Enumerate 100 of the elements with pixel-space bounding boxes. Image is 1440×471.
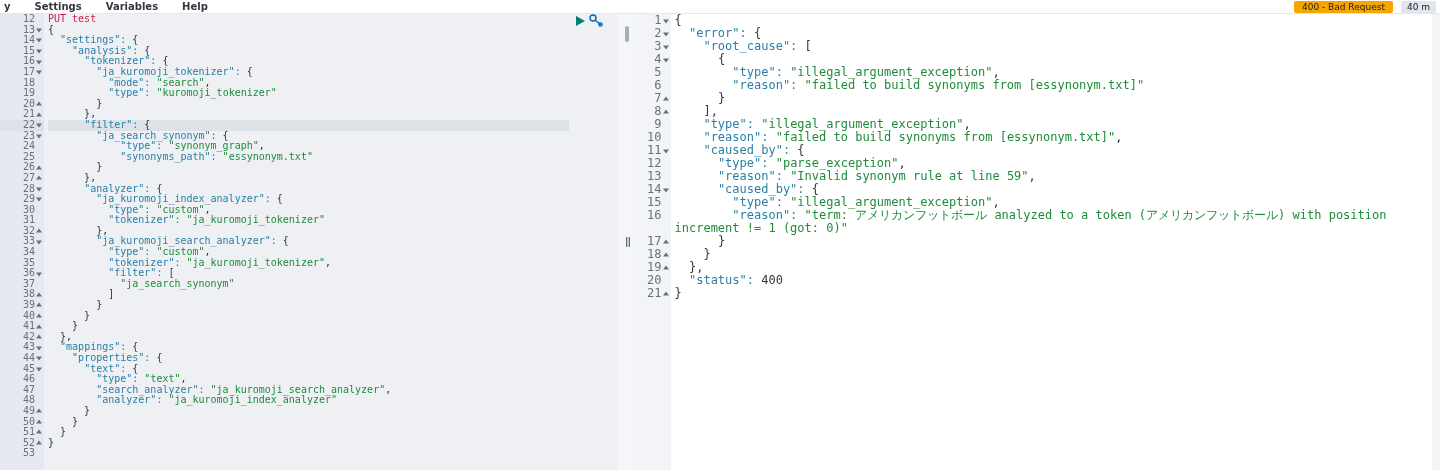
wrench-icon[interactable] xyxy=(589,14,604,27)
code-line: "tokenizer": "ja_kuromoji_tokenizer", xyxy=(107,257,332,269)
code-line: "reason": "failed to build synonyms from [essynonym.txt]" xyxy=(731,79,1146,92)
line-number: 10 xyxy=(647,131,662,144)
line-number: 49 xyxy=(22,405,35,417)
code-line: "ja_search_synonym" xyxy=(119,278,236,290)
code-line: ] xyxy=(107,289,116,301)
line-number: 25 xyxy=(22,151,35,162)
menu-item[interactable]: Variables xyxy=(105,0,159,13)
line-number: 29 xyxy=(22,194,35,205)
code-line: "status": 400 xyxy=(687,274,784,287)
code-line: } xyxy=(95,98,104,110)
line-number: 51 xyxy=(22,427,35,438)
line-number: 45 xyxy=(22,363,35,374)
code-line: } xyxy=(95,162,104,173)
line-number: 18 xyxy=(647,248,662,261)
line-number: 41 xyxy=(22,321,35,332)
line-number: 4 xyxy=(654,53,662,66)
line-number: 16 xyxy=(647,209,662,222)
line-number: 15 xyxy=(647,196,662,209)
scrollbar-thumb[interactable] xyxy=(625,26,630,42)
code-line: "ja_kuromoji_search_analyzer": { xyxy=(95,236,290,248)
line-number: 22 xyxy=(22,119,35,131)
line-number: 35 xyxy=(22,257,35,268)
collapse-icon[interactable] xyxy=(662,147,669,154)
code-line: "type": "synonym_graph", xyxy=(119,141,265,152)
code-line: } xyxy=(59,427,68,438)
line-number: 21 xyxy=(647,287,662,300)
code-line: { xyxy=(717,53,726,66)
line-number: 14 xyxy=(647,183,662,196)
line-number: 9 xyxy=(654,118,662,131)
menu-item[interactable]: y xyxy=(4,0,11,13)
code-line: }, xyxy=(83,109,97,120)
line-number: 19 xyxy=(22,88,35,99)
line-number: 52 xyxy=(22,437,35,448)
line-number: 19 xyxy=(647,261,662,274)
code-line: "mappings": { xyxy=(59,342,139,353)
code-line: "ja_kuromoji_index_analyzer": { xyxy=(96,194,284,205)
play-icon[interactable] xyxy=(576,15,586,26)
collapse-icon[interactable] xyxy=(36,238,42,245)
line-number: 53 xyxy=(22,448,35,459)
line-number: 20 xyxy=(647,274,662,287)
collapse-icon[interactable] xyxy=(36,270,42,277)
code-line: "reason": "term: アメリカンフットボール analyzed to a token (アメリカンフットボール) with position increment != 1 (got: 0)" xyxy=(674,209,1388,235)
line-number: 11 xyxy=(647,144,662,157)
code-line: } xyxy=(48,437,56,449)
expand-icon[interactable] xyxy=(662,290,669,297)
code-line: "settings": { xyxy=(59,35,140,46)
line-number: 44 xyxy=(22,353,35,364)
line-number: 17 xyxy=(22,66,35,78)
line-number: 16 xyxy=(22,56,35,67)
code-line: "analysis": { xyxy=(72,45,151,57)
line-number: 24 xyxy=(22,141,35,152)
code-line: "text": { xyxy=(84,363,139,374)
line-number: 33 xyxy=(22,236,35,247)
code-line: } xyxy=(674,287,683,300)
expand-icon[interactable] xyxy=(36,228,42,235)
code-line: "properties": { xyxy=(72,353,164,364)
menu-item[interactable]: Settings xyxy=(34,0,82,13)
line-number: 50 xyxy=(22,416,35,427)
collapse-icon[interactable] xyxy=(662,186,669,193)
line-number: 12 xyxy=(647,157,662,170)
code-line: "filter": [ xyxy=(107,268,176,279)
line-number: 43 xyxy=(22,342,35,353)
code-line: "search_analyzer": "ja_kuromoji_search_analyzer", xyxy=(95,384,393,396)
code-line: }, xyxy=(83,172,97,183)
code-line: } xyxy=(71,416,80,428)
code-line: "ja_search_synonym": { xyxy=(95,130,229,142)
code-line: "tokenizer": { xyxy=(84,56,170,67)
line-number: 38 xyxy=(22,289,35,300)
code-line: "type": "parse_exception", xyxy=(717,157,907,170)
line-number: 36 xyxy=(22,268,35,279)
code-line: "type": "illegal_argument_exception", xyxy=(702,118,971,131)
line-number: 48 xyxy=(22,395,35,406)
line-number: 15 xyxy=(22,45,35,56)
line-number: 13 xyxy=(22,24,35,35)
line-number: 23 xyxy=(22,130,35,141)
line-number: 6 xyxy=(654,79,662,92)
code-line: "type": "kuromoji_tokenizer" xyxy=(107,88,278,99)
line-number: 42 xyxy=(22,331,35,342)
line-number: 26 xyxy=(22,162,35,173)
code-line: PUT test xyxy=(48,14,98,25)
line-number: 34 xyxy=(22,247,35,258)
code-line: "ja_kuromoji_tokenizer": { xyxy=(95,66,254,78)
line-number: 1 xyxy=(654,14,662,27)
code-line: "analyzer": { xyxy=(83,183,163,195)
code-line: }, xyxy=(687,261,705,274)
menu-item[interactable]: Help xyxy=(182,0,208,13)
code-line: "caused_by": { xyxy=(716,183,820,196)
code-line: { xyxy=(674,14,683,27)
resize-handle-icon[interactable] xyxy=(625,237,630,247)
line-number: 7 xyxy=(654,92,662,105)
code-line: } xyxy=(716,92,727,105)
line-number: 31 xyxy=(22,215,35,226)
line-number: 28 xyxy=(22,183,35,194)
line-number: 27 xyxy=(22,172,35,184)
line-number: 2 xyxy=(654,27,662,40)
line-number: 18 xyxy=(22,77,35,88)
line-number: 46 xyxy=(22,374,35,385)
line-number: 21 xyxy=(22,109,35,120)
